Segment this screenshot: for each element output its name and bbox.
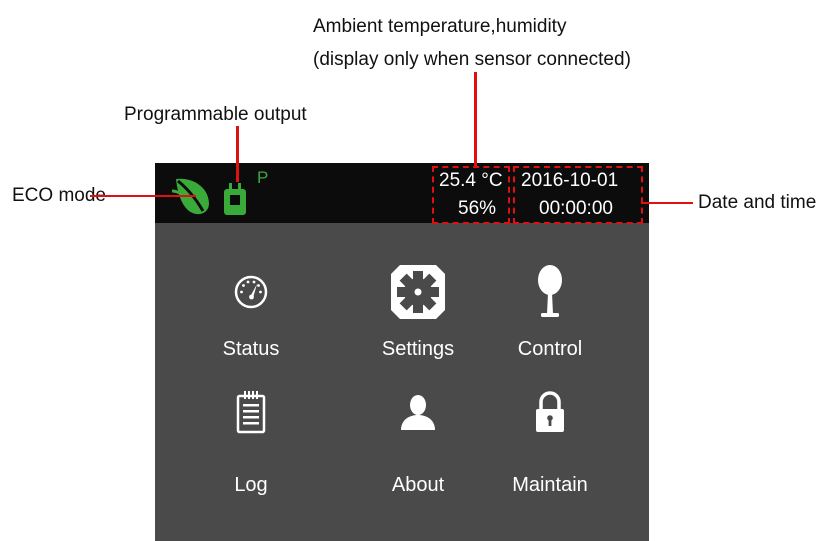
menu-maintain-label: Maintain bbox=[512, 474, 588, 496]
programmable-output-leader-line bbox=[236, 126, 239, 182]
ambient-annotation-line-2: (display only when sensor connected) bbox=[313, 49, 631, 70]
ambient-leader-line bbox=[474, 72, 477, 167]
gear-icon bbox=[391, 265, 445, 319]
menu-about-label: About bbox=[391, 474, 445, 496]
programmable-output-plug-icon bbox=[220, 183, 250, 217]
menu-status[interactable]: Status bbox=[176, 259, 326, 369]
menu-settings[interactable]: Settings bbox=[343, 259, 493, 369]
menu-log[interactable]: Log bbox=[176, 391, 326, 503]
menu-about[interactable]: About bbox=[343, 393, 493, 503]
date-time-leader-line bbox=[641, 202, 693, 204]
gauge-icon bbox=[234, 275, 268, 309]
eco-mode-leader-line bbox=[90, 195, 196, 197]
programmable-output-annotation: Programmable output bbox=[124, 104, 307, 125]
menu-control[interactable]: Control bbox=[475, 259, 625, 369]
control-knob-icon bbox=[538, 265, 562, 317]
date-time-annotation: Date and time bbox=[698, 192, 817, 213]
menu-log-label: Log bbox=[234, 474, 268, 496]
temp-humidity-highlight-box bbox=[432, 166, 510, 224]
menu-control-label: Control bbox=[517, 338, 583, 360]
menu-settings-label: Settings bbox=[381, 338, 455, 360]
person-icon bbox=[401, 395, 435, 430]
padlock-icon bbox=[536, 391, 564, 432]
menu-maintain[interactable]: Maintain bbox=[475, 391, 625, 503]
menu-status-label: Status bbox=[222, 338, 280, 360]
log-notepad-icon bbox=[236, 391, 266, 434]
ambient-annotation-line-1: Ambient temperature,humidity bbox=[313, 16, 567, 37]
date-time-highlight-box bbox=[513, 166, 643, 224]
output-badge: P bbox=[257, 168, 269, 187]
